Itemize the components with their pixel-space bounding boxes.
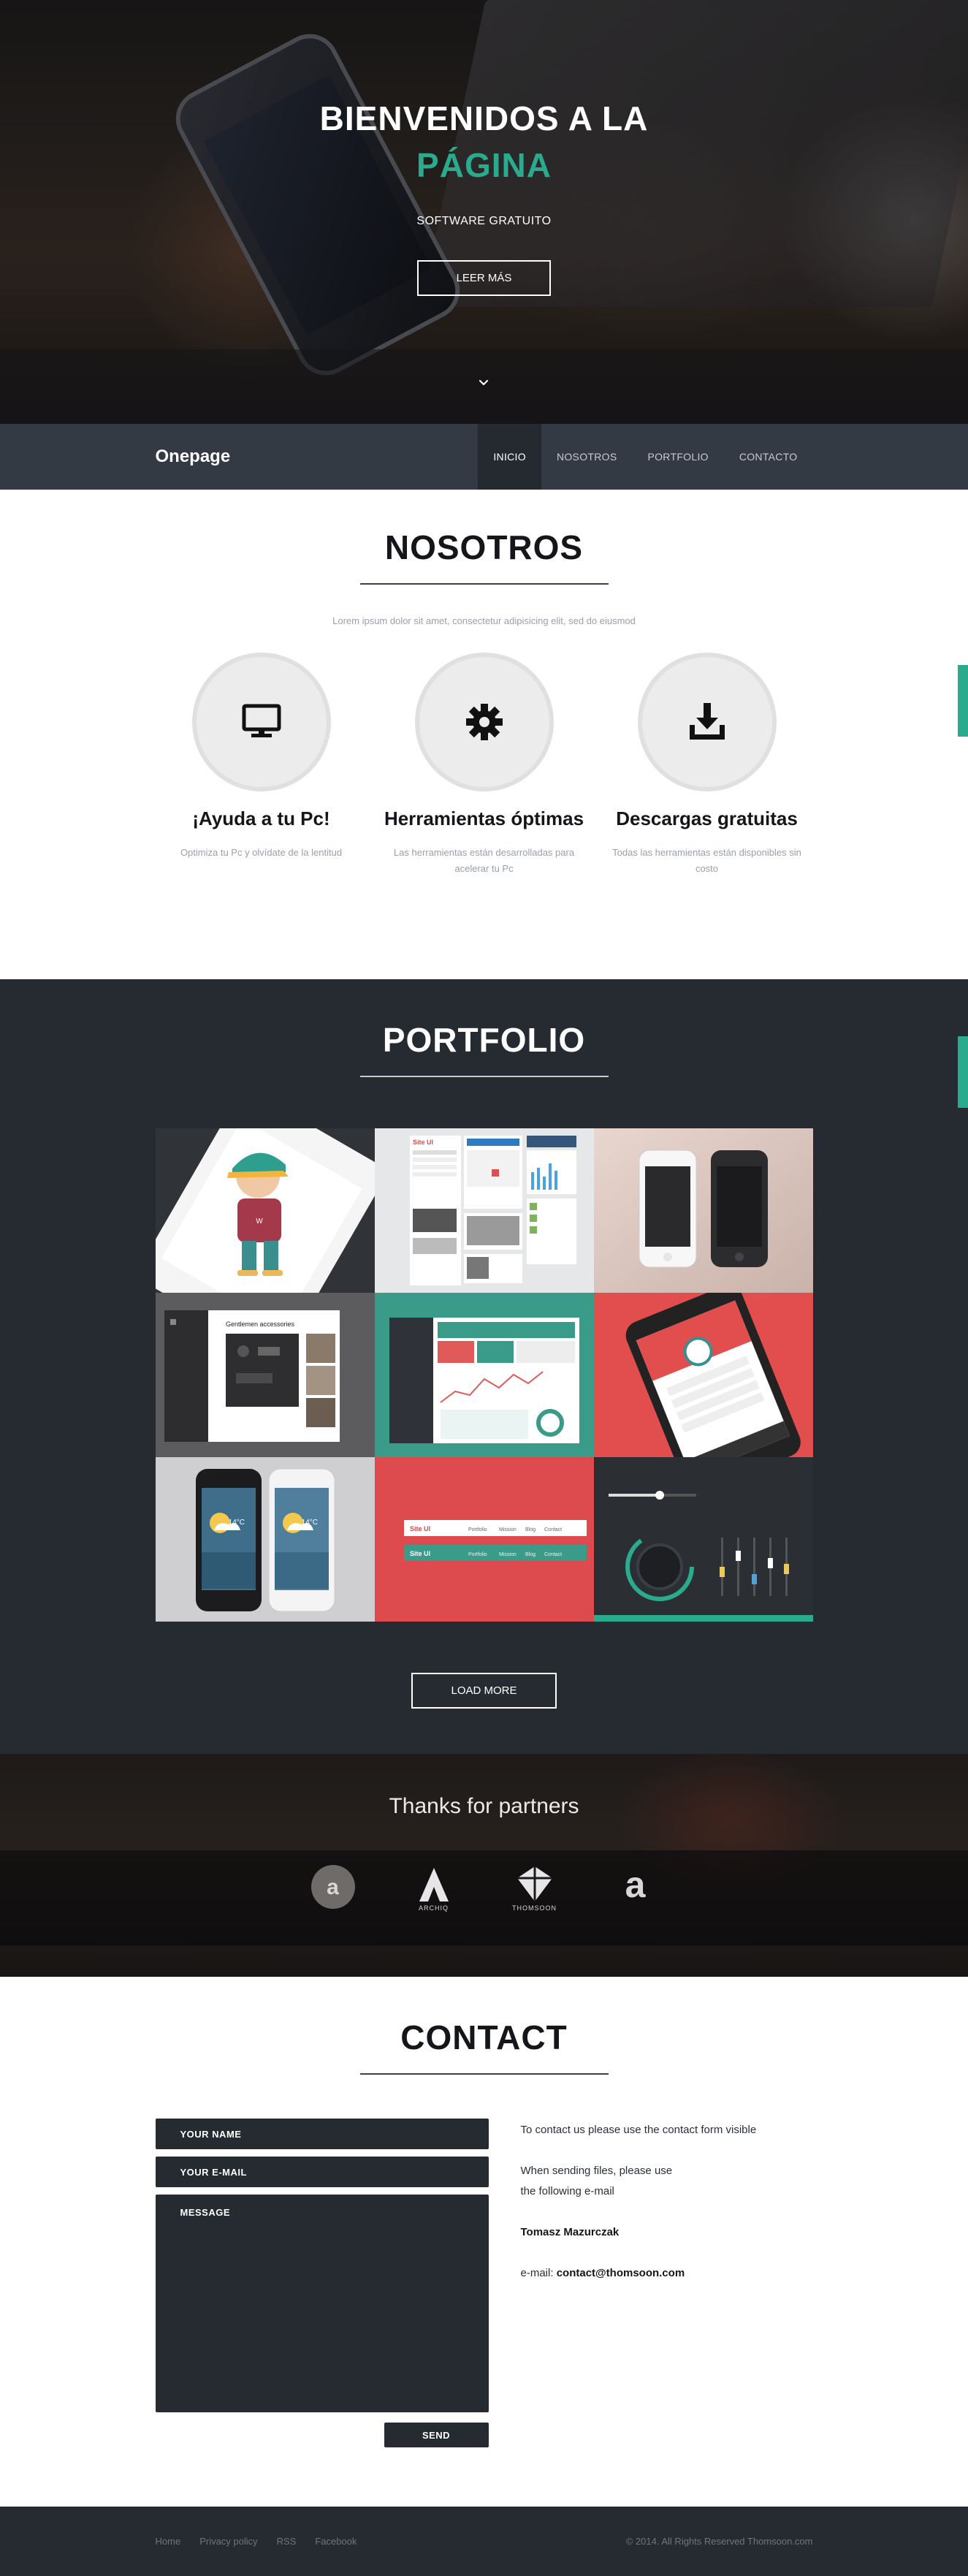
portfolio-section: PORTFOLIO W Site UI Gentlemen accessorie…: [0, 979, 968, 1754]
contact-title: CONTACT: [400, 2018, 568, 2056]
contact-info-files: When sending files, please use the follo…: [520, 2165, 673, 2197]
nav-item-inicio[interactable]: INICIO: [478, 424, 541, 490]
thomsoon-logo-icon[interactable]: THOMSOON: [509, 1863, 560, 1922]
feature-text: Todas las herramientas están disponibles…: [612, 847, 801, 874]
footer-link-home[interactable]: Home: [156, 2536, 181, 2547]
menu-label: Contact: [544, 1552, 562, 1557]
portfolio-tile[interactable]: [593, 1293, 813, 1457]
feature-title: Descargas gratuitas: [616, 808, 798, 829]
title-divider: [359, 2073, 609, 2075]
feature-icon-circle: [414, 653, 554, 791]
partners-section: Thanks for partners a ARCHIQ THOMSOON a: [0, 1754, 968, 1977]
footer-link-rss[interactable]: RSS: [277, 2536, 297, 2547]
weather-temp: 14°C: [228, 1519, 244, 1527]
svg-text:W: W: [256, 1217, 263, 1226]
portfolio-title: PORTFOLIO: [382, 1021, 586, 1059]
portfolio-tile[interactable]: [593, 1128, 813, 1293]
menu-label: Mission: [499, 1527, 517, 1532]
load-more-button[interactable]: LOAD MORE: [411, 1673, 557, 1709]
nav-item-portfolio[interactable]: PORTFOLIO: [632, 424, 723, 490]
menu-label: Contact: [544, 1527, 562, 1532]
letter-a-icon[interactable]: a: [610, 1863, 661, 1922]
title-divider: [359, 583, 609, 585]
partner-caption: ARCHIQ: [418, 1904, 449, 1912]
footer-link-privacy[interactable]: Privacy policy: [199, 2536, 257, 2547]
gentlemen-label: Gentlemen accessories: [226, 1321, 295, 1328]
nosotros-section: NOSOTROS Lorem ipsum dolor sit amet, con…: [0, 490, 968, 979]
site-ui-label: Site UI: [410, 1525, 430, 1532]
feature-icon-circle: [191, 653, 331, 791]
hero-content: BIENVENIDOS A LA PÁGINA SOFTWARE GRATUIT…: [0, 95, 968, 296]
copyright-text: © 2014. All Rights Reserved Thomsoon.com: [625, 2536, 813, 2547]
menu-label: Portfolio: [468, 1527, 487, 1532]
footer: Home Privacy policy RSS Facebook © 2014.…: [0, 2507, 968, 2576]
feature-text: Optimiza tu Pc y olvídate de la lentitud: [180, 847, 343, 858]
nav-menu: INICIO NOSOTROS PORTFOLIO CONTACTO: [478, 424, 812, 490]
send-button[interactable]: SEND: [384, 2423, 489, 2447]
svg-text:a: a: [327, 1875, 340, 1899]
feature-title: ¡Ayuda a tu Pc!: [192, 808, 330, 829]
portfolio-tile[interactable]: [374, 1293, 594, 1457]
portfolio-tile[interactable]: 14°C 14°C: [155, 1457, 375, 1622]
hero-subtitle: SOFTWARE GRATUITO: [416, 215, 552, 227]
nosotros-title: NOSOTROS: [384, 528, 584, 566]
menu-label: Blog: [525, 1552, 536, 1557]
partners-title: Thanks for partners: [389, 1794, 579, 1818]
portfolio-tile[interactable]: Site UI: [374, 1128, 594, 1293]
hero-title-line2: PÁGINA: [416, 146, 552, 184]
feature-text: Las herramientas están desarrolladas par…: [393, 847, 575, 874]
partner-logos: a ARCHIQ THOMSOON a: [0, 1863, 968, 1922]
partner-caption: THOMSOON: [512, 1904, 557, 1912]
portfolio-grid: W Site UI Gentlemen accessories 14°C 14°…: [155, 1128, 813, 1622]
download-icon: [689, 703, 725, 740]
message-field[interactable]: MESSAGE: [155, 2195, 489, 2412]
nosotros-lead: Lorem ipsum dolor sit amet, consectetur …: [332, 615, 636, 626]
contact-person: Tomasz Mazurczak: [520, 2226, 620, 2238]
side-accent-tab[interactable]: [958, 1036, 968, 1108]
contact-section: CONTACT YOUR NAME YOUR E-MAIL MESSAGE SE…: [0, 1977, 968, 2507]
hero-section: BIENVENIDOS A LA PÁGINA SOFTWARE GRATUIT…: [0, 0, 968, 424]
hero-title: BIENVENIDOS A LA PÁGINA: [0, 95, 968, 189]
hero-title-line1: BIENVENIDOS A LA: [319, 99, 649, 137]
menu-label: Portfolio: [468, 1552, 487, 1557]
contact-email-link[interactable]: contact@thomsoon.com: [557, 2267, 685, 2279]
chevron-down-icon[interactable]: [475, 374, 492, 392]
contact-info-line: To contact us please use the contact for…: [520, 2124, 757, 2136]
archiq-logo-icon[interactable]: ARCHIQ: [408, 1863, 460, 1922]
footer-link-facebook[interactable]: Facebook: [315, 2536, 357, 2547]
feature-icon-circle: [637, 653, 777, 791]
feature-title: Herramientas óptimas: [384, 808, 584, 829]
monitor-icon: [242, 704, 281, 737]
title-divider: [359, 1076, 609, 1077]
brand-logo[interactable]: Onepage: [156, 447, 231, 467]
side-accent-tab[interactable]: [958, 665, 968, 737]
weather-temp: 14°C: [301, 1519, 317, 1527]
read-more-button[interactable]: LEER MÁS: [416, 260, 552, 296]
contact-info: To contact us please use the contact for…: [521, 2119, 813, 2447]
name-field[interactable]: YOUR NAME: [155, 2119, 489, 2149]
menu-label: Mission: [499, 1552, 517, 1557]
menu-label: Blog: [525, 1527, 536, 1532]
portfolio-tile[interactable]: Site UI Portfolio Mission Blog Contact S…: [374, 1457, 594, 1622]
footer-links: Home Privacy policy RSS Facebook: [156, 2536, 357, 2547]
main-navbar: Onepage INICIO NOSOTROS PORTFOLIO CONTAC…: [0, 424, 968, 490]
contact-form: YOUR NAME YOUR E-MAIL MESSAGE SEND: [155, 2119, 489, 2447]
email-field[interactable]: YOUR E-MAIL: [155, 2157, 489, 2187]
features-row: ¡Ayuda a tu Pc! Optimiza tu Pc y olvídat…: [156, 653, 813, 877]
site-ui-label: Site UI: [410, 1550, 430, 1557]
nav-item-nosotros[interactable]: NOSOTROS: [541, 424, 633, 490]
portfolio-tile[interactable]: W: [155, 1128, 375, 1293]
feature-item: ¡Ayuda a tu Pc! Optimiza tu Pc y olvídat…: [156, 653, 367, 877]
portfolio-tile[interactable]: [593, 1457, 813, 1622]
site-ui-label: Site UI: [413, 1139, 433, 1146]
gear-icon: [465, 704, 503, 740]
svg-text:a: a: [625, 1864, 646, 1905]
letter-a-circle-icon[interactable]: a: [308, 1863, 359, 1922]
contact-email-line: e-mail: contact@thomsoon.com: [520, 2267, 685, 2279]
nav-item-contacto[interactable]: CONTACTO: [724, 424, 813, 490]
feature-item: Herramientas óptimas Las herramientas es…: [378, 653, 590, 877]
feature-item: Descargas gratuitas Todas las herramient…: [601, 653, 813, 877]
portfolio-tile[interactable]: Gentlemen accessories: [155, 1293, 375, 1457]
